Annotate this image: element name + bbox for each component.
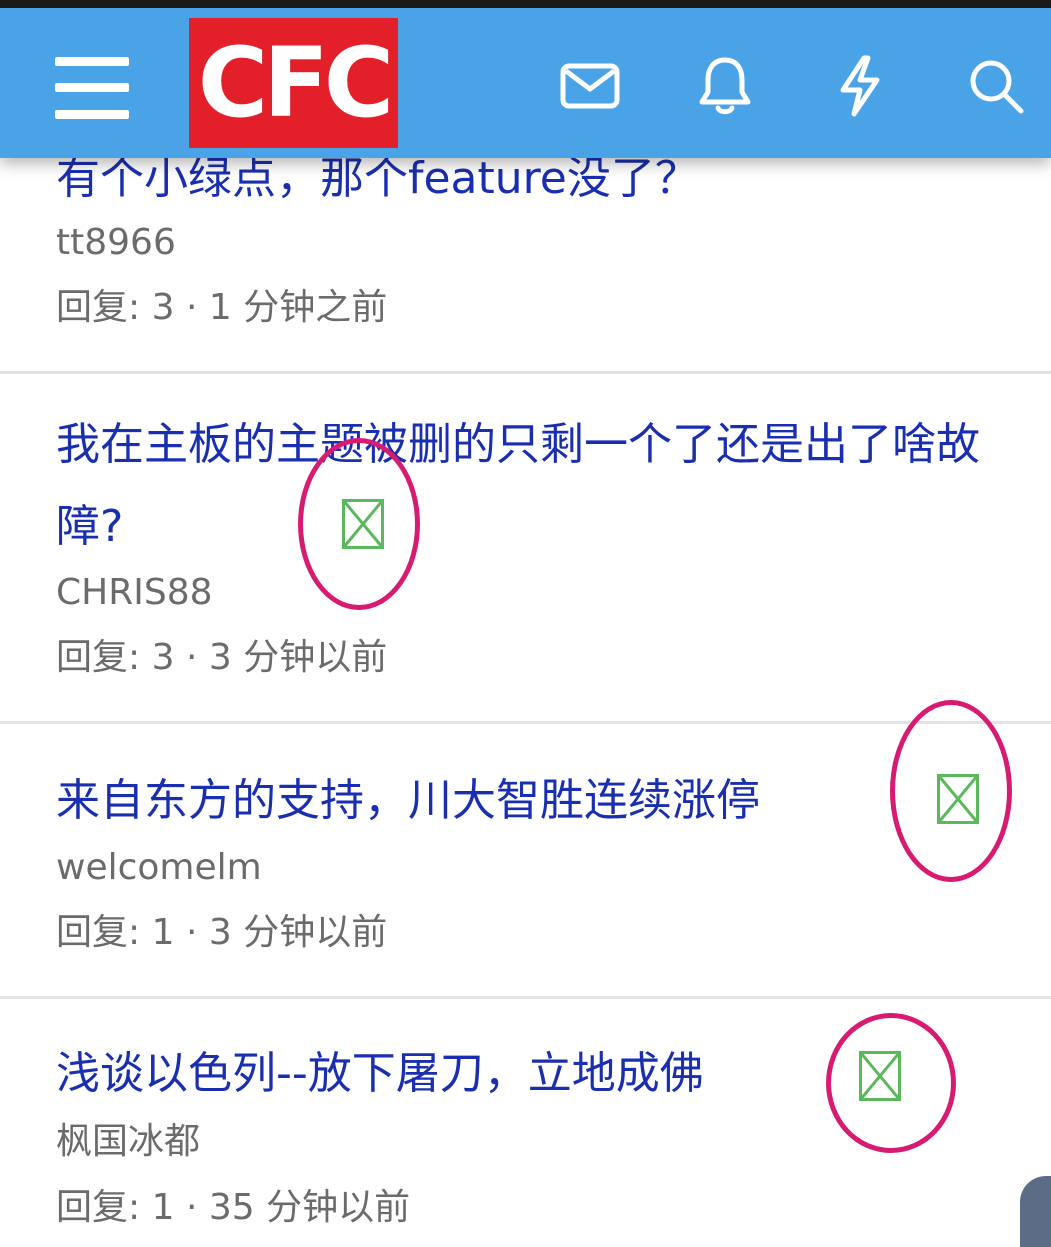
- reply-count: 1: [151, 1187, 175, 1228]
- notifications-button[interactable]: [685, 46, 765, 126]
- topic-meta: 回复: 1 · 35 分钟以前: [56, 1186, 410, 1230]
- topic-item[interactable]: 我在主板的主题被删的只剩一个了还是出了啥故障? CHRIS88 回复: 3 · …: [0, 374, 1051, 724]
- reply-count: 1: [151, 912, 175, 953]
- topic-title[interactable]: 来自东方的支持，川大智胜连续涨停: [56, 760, 760, 842]
- floating-action-button[interactable]: [1020, 1176, 1051, 1247]
- topic-meta: 回复: 1 · 3 分钟以前: [56, 911, 387, 955]
- topic-item[interactable]: 来自东方的支持，川大智胜连续涨停 welcomelm 回复: 1 · 3 分钟以…: [0, 700, 1051, 999]
- topic-item[interactable]: 有个小绿点，那个feature没了？ tt8966 回复: 3 · 1 分钟之前: [0, 140, 1051, 374]
- topic-author[interactable]: welcomelm: [56, 846, 262, 890]
- topic-author[interactable]: CHRIS88: [56, 571, 213, 615]
- status-bar: [0, 0, 1051, 8]
- reply-count: 3: [151, 637, 175, 678]
- reply-label: 回复:: [56, 912, 141, 953]
- topic-item[interactable]: 浅谈以色列--放下屠刀，立地成佛 枫国冰都 回复: 1 · 35 分钟以前: [0, 999, 1051, 1247]
- topic-meta: 回复: 3 · 3 分钟以前: [56, 636, 387, 680]
- topic-meta: 回复: 3 · 1 分钟之前: [56, 286, 387, 330]
- topic-title[interactable]: 浅谈以色列--放下屠刀，立地成佛: [56, 1033, 704, 1115]
- highlight-circle: [298, 438, 420, 610]
- search-button[interactable]: [956, 46, 1036, 126]
- site-logo[interactable]: CFC: [189, 18, 398, 148]
- topic-time: 3 分钟以前: [208, 912, 388, 953]
- lightning-icon: [840, 55, 880, 117]
- reply-label: 回复:: [56, 637, 141, 678]
- meta-separator: ·: [185, 912, 198, 953]
- forum-page: CFC 有个小绿点，那个feature没了？ tt8966 回复: 3 · 1 …: [0, 0, 1051, 1247]
- reply-count: 3: [151, 287, 175, 328]
- logo-text: CFC: [197, 27, 394, 139]
- meta-separator: ·: [185, 637, 198, 678]
- topic-time: 35 分钟以前: [208, 1187, 411, 1228]
- reply-label: 回复:: [56, 1187, 141, 1228]
- meta-separator: ·: [185, 1187, 198, 1228]
- messages-button[interactable]: [550, 46, 630, 126]
- search-icon: [970, 60, 1024, 114]
- mail-icon: [560, 63, 620, 109]
- meta-separator: ·: [185, 287, 198, 328]
- bell-icon: [699, 57, 751, 115]
- reply-label: 回复:: [56, 287, 141, 328]
- menu-icon: [55, 57, 129, 119]
- highlight-circle: [890, 700, 1012, 882]
- highlight-circle: [826, 1013, 956, 1153]
- topic-time: 3 分钟以前: [208, 637, 388, 678]
- topic-time: 1 分钟之前: [208, 287, 388, 328]
- topic-author[interactable]: 枫国冰都: [56, 1120, 200, 1164]
- topic-title[interactable]: 我在主板的主题被删的只剩一个了还是出了啥故障?: [56, 404, 1041, 568]
- menu-button[interactable]: [40, 36, 144, 140]
- latest-activity-button[interactable]: [820, 46, 900, 126]
- topic-author[interactable]: tt8966: [56, 221, 176, 265]
- top-app-bar: CFC: [0, 8, 1051, 158]
